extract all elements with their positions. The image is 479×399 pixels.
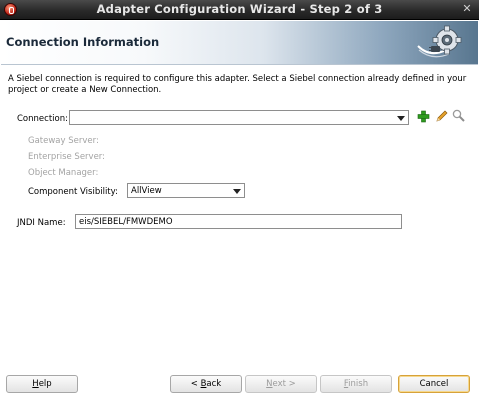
jndi-name-value: eis/SIEBEL/FMWDEMO (79, 217, 173, 227)
component-visibility-value: AllView (131, 186, 162, 196)
window-title: Adapter Configuration Wizard - Step 2 of… (96, 2, 383, 16)
gateway-server-label: Gateway Server: (28, 136, 99, 146)
next-button-label: ext > (272, 379, 296, 389)
close-icon[interactable]: ✕ (461, 3, 473, 15)
back-button-pre: < (190, 379, 201, 389)
chevron-down-icon (397, 116, 405, 121)
jndi-name-field[interactable]: eis/SIEBEL/FMWDEMO (75, 214, 402, 229)
enterprise-server-label: Enterprise Server: (28, 152, 106, 162)
next-button[interactable]: Next > (245, 375, 317, 393)
connection-label: Connection: (17, 114, 68, 124)
pencil-icon[interactable] (435, 110, 448, 123)
finish-button[interactable]: Finish (320, 375, 392, 393)
component-visibility-label: Component Visibility: (28, 187, 118, 197)
connection-dropdown[interactable] (69, 110, 409, 125)
object-manager-label: Object Manager: (28, 168, 99, 178)
chevron-down-icon (233, 189, 241, 194)
help-button[interactable]: Help (6, 375, 78, 393)
page-title: Connection Information (6, 35, 160, 49)
back-button[interactable]: < Back (170, 375, 242, 393)
gear-plug-icon (417, 25, 462, 58)
search-icon[interactable] (452, 109, 465, 122)
jndi-name-label: JNDI Name: (17, 218, 66, 228)
component-visibility-dropdown[interactable]: AllView (127, 183, 245, 198)
help-button-label: elp (38, 379, 52, 389)
wizard-header: Connection Information (1, 21, 478, 65)
add-icon[interactable] (417, 110, 430, 123)
intro-text: A Siebel connection is required to confi… (8, 74, 467, 95)
title-bar: Adapter Configuration Wizard - Step 2 of… (0, 0, 479, 20)
finish-button-label: inish (348, 379, 369, 389)
cancel-button[interactable]: Cancel (398, 375, 470, 393)
back-button-label: ack (206, 379, 222, 389)
